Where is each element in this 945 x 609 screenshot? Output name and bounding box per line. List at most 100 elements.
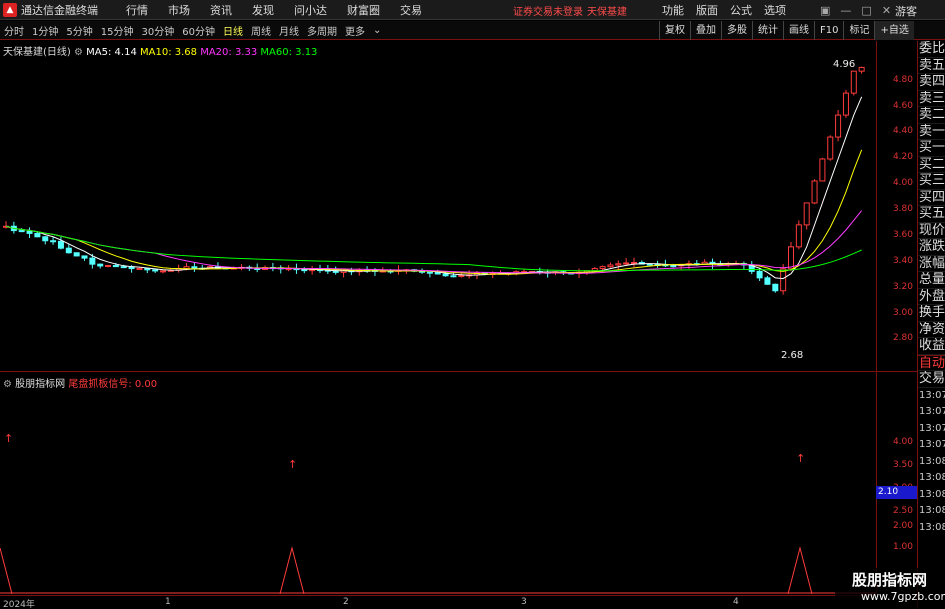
menu-ask[interactable]: 问小达 — [284, 2, 337, 18]
side-item[interactable]: 卖三 — [918, 91, 945, 107]
candle-body — [136, 267, 143, 270]
menu-formula[interactable]: 公式 — [730, 2, 752, 18]
candle-body — [599, 266, 606, 270]
period-15min[interactable]: 15分钟 — [97, 23, 138, 38]
candle-body — [34, 232, 41, 238]
side-tab-trade[interactable]: 交易 — [918, 371, 945, 388]
tool-overlay[interactable]: 叠加 — [690, 21, 721, 40]
signal-spike — [0, 547, 13, 595]
candle-body — [631, 262, 637, 265]
side-item[interactable]: 买二 — [918, 157, 945, 173]
chart-tools: 复权 叠加 多股 统计 画线 F10 标记 +自选 — [659, 21, 914, 40]
x-label: 2024年 — [3, 600, 35, 609]
settings-icon[interactable]: ⚙ — [74, 47, 83, 58]
side-item[interactable]: 涨跌 — [918, 239, 945, 256]
period-5min[interactable]: 5分钟 — [62, 23, 96, 38]
indicator-svg[interactable]: ↑ ↑ ↑ — [0, 372, 876, 595]
guest-user[interactable]: 游客 — [895, 3, 917, 19]
tool-add-favorite[interactable]: +自选 — [874, 21, 914, 40]
watermark: 股朋指标网 www.7gpzb.com — [835, 568, 945, 609]
side-tab-auto[interactable]: 自动 — [918, 354, 945, 371]
tool-draw[interactable]: 画线 — [783, 21, 814, 40]
side-item[interactable]: 收益 — [918, 338, 945, 355]
menu-function[interactable]: 功能 — [662, 2, 684, 18]
side-item[interactable]: 买一 — [918, 140, 945, 157]
candle-body — [772, 283, 779, 292]
menu-wealth[interactable]: 财富圈 — [337, 2, 390, 18]
side-item[interactable]: 买五 — [918, 206, 945, 223]
kline-title: 天保基建(日线) — [3, 47, 71, 58]
side-item[interactable]: 现价 — [918, 223, 945, 239]
current-stock-name: 天保基建 — [587, 7, 627, 18]
side-item[interactable]: 卖一 — [918, 124, 945, 140]
candle-body — [105, 264, 112, 267]
x-label: 3 — [521, 597, 527, 607]
signal-spike — [787, 546, 813, 595]
menu-trade[interactable]: 交易 — [390, 2, 432, 18]
signal-arrow-icon: ↑ — [4, 432, 13, 445]
menu-layout[interactable]: 版面 — [696, 2, 718, 18]
ma10-label: MA10: 3.68 — [140, 47, 198, 58]
y-label: 3.20 — [892, 282, 913, 292]
ma60-label: MA60: 3.13 — [260, 47, 318, 58]
indicator-title: 股朋指标网 — [15, 379, 66, 390]
period-monthly[interactable]: 月线 — [275, 23, 303, 38]
trade-login-status[interactable]: 证券交易未登录 — [513, 3, 583, 18]
candle-body — [152, 269, 159, 272]
candle-body — [780, 268, 787, 292]
time-axis: 2024年 1 2 3 4 — [0, 595, 876, 609]
side-item[interactable]: 外盘 — [918, 289, 945, 305]
side-item[interactable]: 买四 — [918, 190, 945, 206]
period-multi[interactable]: 多周期 — [303, 23, 341, 38]
maximize-icon[interactable]: □ — [861, 4, 871, 17]
tick-time: 13:08 — [919, 472, 945, 483]
menu-market[interactable]: 市场 — [158, 2, 200, 18]
tool-multi-stock[interactable]: 多股 — [721, 21, 752, 40]
period-intraday[interactable]: 分时 — [0, 23, 28, 38]
restore-icon[interactable]: ▣ — [820, 4, 830, 17]
y-label: 2.50 — [892, 506, 913, 516]
y-label: 1.00 — [892, 542, 913, 552]
menu-quotes[interactable]: 行情 — [116, 2, 158, 18]
kline-svg[interactable] — [0, 41, 876, 371]
chevron-down-icon[interactable]: ⌄ — [369, 25, 385, 36]
side-item[interactable]: 涨幅 — [918, 256, 945, 272]
indicator-chart[interactable]: ↑ ↑ ↑ ⚙ 股朋指标网 尾盘抓板信号: 0.00 — [0, 372, 876, 595]
period-60min[interactable]: 60分钟 — [178, 23, 219, 38]
side-item[interactable]: 卖二 — [918, 107, 945, 124]
candle-body — [607, 264, 614, 268]
ma10-line — [5, 149, 863, 275]
right-menus: 功能 版面 公式 选项 — [662, 0, 798, 20]
period-weekly[interactable]: 周线 — [247, 23, 275, 38]
tick-time: 13:08 — [919, 455, 945, 467]
tool-f10[interactable]: F10 — [814, 21, 843, 40]
candle-body — [646, 263, 653, 266]
period-more[interactable]: 更多 — [341, 23, 369, 38]
side-item[interactable]: 委比 — [918, 41, 945, 58]
side-item[interactable]: 卖五 — [918, 58, 945, 74]
side-item[interactable]: 总量 — [918, 272, 945, 289]
tool-mark[interactable]: 标记 — [843, 21, 874, 40]
candle-body — [26, 231, 33, 234]
period-30min[interactable]: 30分钟 — [137, 23, 178, 38]
side-item[interactable]: 净资 — [918, 322, 945, 338]
tool-stats[interactable]: 统计 — [752, 21, 783, 40]
watermark-title: 股朋指标网 — [852, 571, 928, 589]
tool-adjust[interactable]: 复权 — [659, 21, 690, 40]
side-item[interactable]: 卖四 — [918, 74, 945, 91]
side-item[interactable]: 买三 — [918, 173, 945, 190]
side-item[interactable]: 换手 — [918, 305, 945, 322]
y-label: 4.80 — [892, 75, 913, 85]
menu-options[interactable]: 选项 — [764, 2, 786, 18]
minimize-icon[interactable]: — — [840, 4, 851, 17]
kline-legend: 天保基建(日线) ⚙ MA5: 4.14 MA10: 3.68 MA20: 3.… — [3, 43, 317, 58]
menu-discover[interactable]: 发现 — [242, 2, 284, 18]
settings-icon[interactable]: ⚙ — [3, 379, 12, 390]
period-daily[interactable]: 日线 — [219, 23, 247, 38]
candle-body — [803, 202, 810, 226]
kline-chart[interactable]: 天保基建(日线) ⚙ MA5: 4.14 MA10: 3.68 MA20: 3.… — [0, 41, 876, 371]
close-icon[interactable]: ✕ — [882, 4, 891, 17]
period-1min[interactable]: 1分钟 — [28, 23, 62, 38]
tick-time: 13:07 — [919, 422, 945, 434]
menu-news[interactable]: 资讯 — [200, 2, 242, 18]
